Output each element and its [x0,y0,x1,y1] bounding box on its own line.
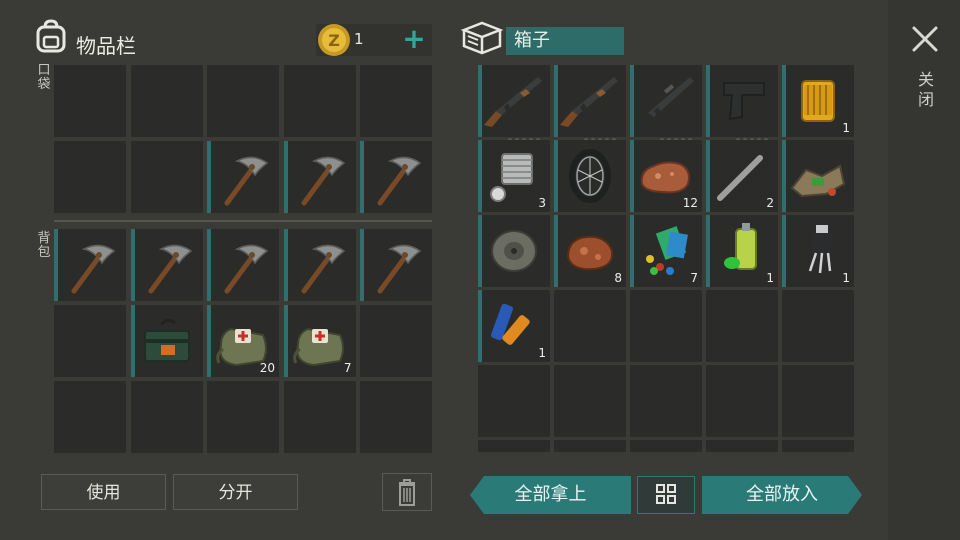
item-count: 1 [538,346,546,360]
durability-dots [508,127,544,142]
durability-dots [660,127,696,142]
svg-text:Z: Z [328,31,340,50]
box-slot[interactable]: 7 [630,215,702,287]
backpack-slot[interactable] [130,229,203,301]
backpack-slot[interactable] [360,229,432,301]
backpack-slot[interactable] [360,305,432,377]
pocket-slot[interactable] [130,65,203,137]
item-count: 3 [538,196,546,210]
item-count: 7 [690,271,698,285]
trash-button[interactable] [382,473,432,511]
pocket-slot[interactable] [207,65,279,137]
durability-dots [584,127,620,142]
pocket-slot[interactable] [360,65,432,137]
box-slot[interactable]: 1 [782,65,854,137]
backpack-slot[interactable] [283,381,356,453]
box-slot[interactable] [630,290,702,362]
box-slot[interactable] [630,65,702,142]
coin-count: 1 [354,30,364,48]
box-slot[interactable] [554,365,626,437]
item-count: 1 [766,271,774,285]
backpack-slot[interactable] [360,381,432,453]
box-slot[interactable] [706,65,778,142]
backpack-slot[interactable] [207,229,279,301]
box-slot[interactable] [554,140,626,212]
put-all-button[interactable]: 全部放入 [702,476,862,514]
backpack-slot[interactable] [283,229,356,301]
backpack-slot[interactable] [207,381,279,453]
backpack-slot[interactable] [54,305,126,377]
pocket-slot[interactable] [54,65,126,137]
close-label[interactable]: 关闭 [916,70,936,110]
box-slot[interactable]: 8 [554,215,626,287]
use-button[interactable]: 使用 [41,474,166,510]
box-slot[interactable] [478,215,550,287]
box-slot[interactable] [782,440,854,452]
box-icon [460,20,504,60]
box-slot[interactable] [478,440,550,452]
pocket-slot[interactable] [130,141,203,213]
backpack-slot[interactable] [130,381,203,453]
pocket-slot[interactable] [283,65,356,137]
sort-grid-button[interactable] [637,476,695,514]
item-count: 1 [842,121,850,135]
backpack-slot[interactable]: 20 [207,305,279,377]
pocket-slot[interactable] [54,141,126,213]
pocket-slot[interactable] [283,141,356,213]
durability-dots [736,127,772,142]
split-button[interactable]: 分开 [173,474,298,510]
box-slot[interactable]: 1 [782,215,854,287]
item-count: 1 [842,271,850,285]
backpack-slot[interactable] [54,229,126,301]
box-slot[interactable]: 2 [706,140,778,212]
item-count: 7 [343,361,352,375]
box-slot[interactable]: 1 [478,290,550,362]
grid-icon [656,484,676,504]
backpack-slot[interactable] [54,381,126,453]
box-slot[interactable] [782,290,854,362]
box-slot[interactable] [706,440,778,452]
box-title: 箱子 [506,27,624,55]
backpack-slot[interactable] [130,305,203,377]
inventory-title: 物品栏 [76,34,136,58]
backpack-slot[interactable]: 7 [283,305,356,377]
box-slot[interactable]: 12 [630,140,702,212]
pocket-slot[interactable] [207,141,279,213]
pocket-label: 口袋 [37,63,51,92]
box-slot[interactable] [630,440,702,452]
backpack-icon [34,18,68,58]
box-slot[interactable] [706,365,778,437]
box-slot[interactable] [706,290,778,362]
box-slot[interactable] [630,365,702,437]
pocket-slot[interactable] [360,141,432,213]
section-divider [54,220,432,222]
coin-icon: Z [316,22,352,62]
item-count: 2 [766,196,774,210]
item-count: 20 [259,361,275,375]
box-slot[interactable] [478,65,550,142]
box-slot[interactable] [554,65,626,142]
box-slot[interactable] [478,365,550,437]
item-count: 12 [682,196,698,210]
box-slot[interactable] [782,140,854,212]
item-count: 8 [614,271,622,285]
box-slot[interactable]: 1 [706,215,778,287]
close-icon[interactable] [910,24,940,54]
backpack-label: 背包 [37,231,51,260]
add-coins-button[interactable]: + [400,24,428,56]
box-slot[interactable] [554,290,626,362]
box-slot[interactable] [782,365,854,437]
trash-icon [399,479,415,506]
box-slot[interactable] [554,440,626,452]
take-all-button[interactable]: 全部拿上 [470,476,631,514]
box-slot[interactable]: 3 [478,140,550,212]
